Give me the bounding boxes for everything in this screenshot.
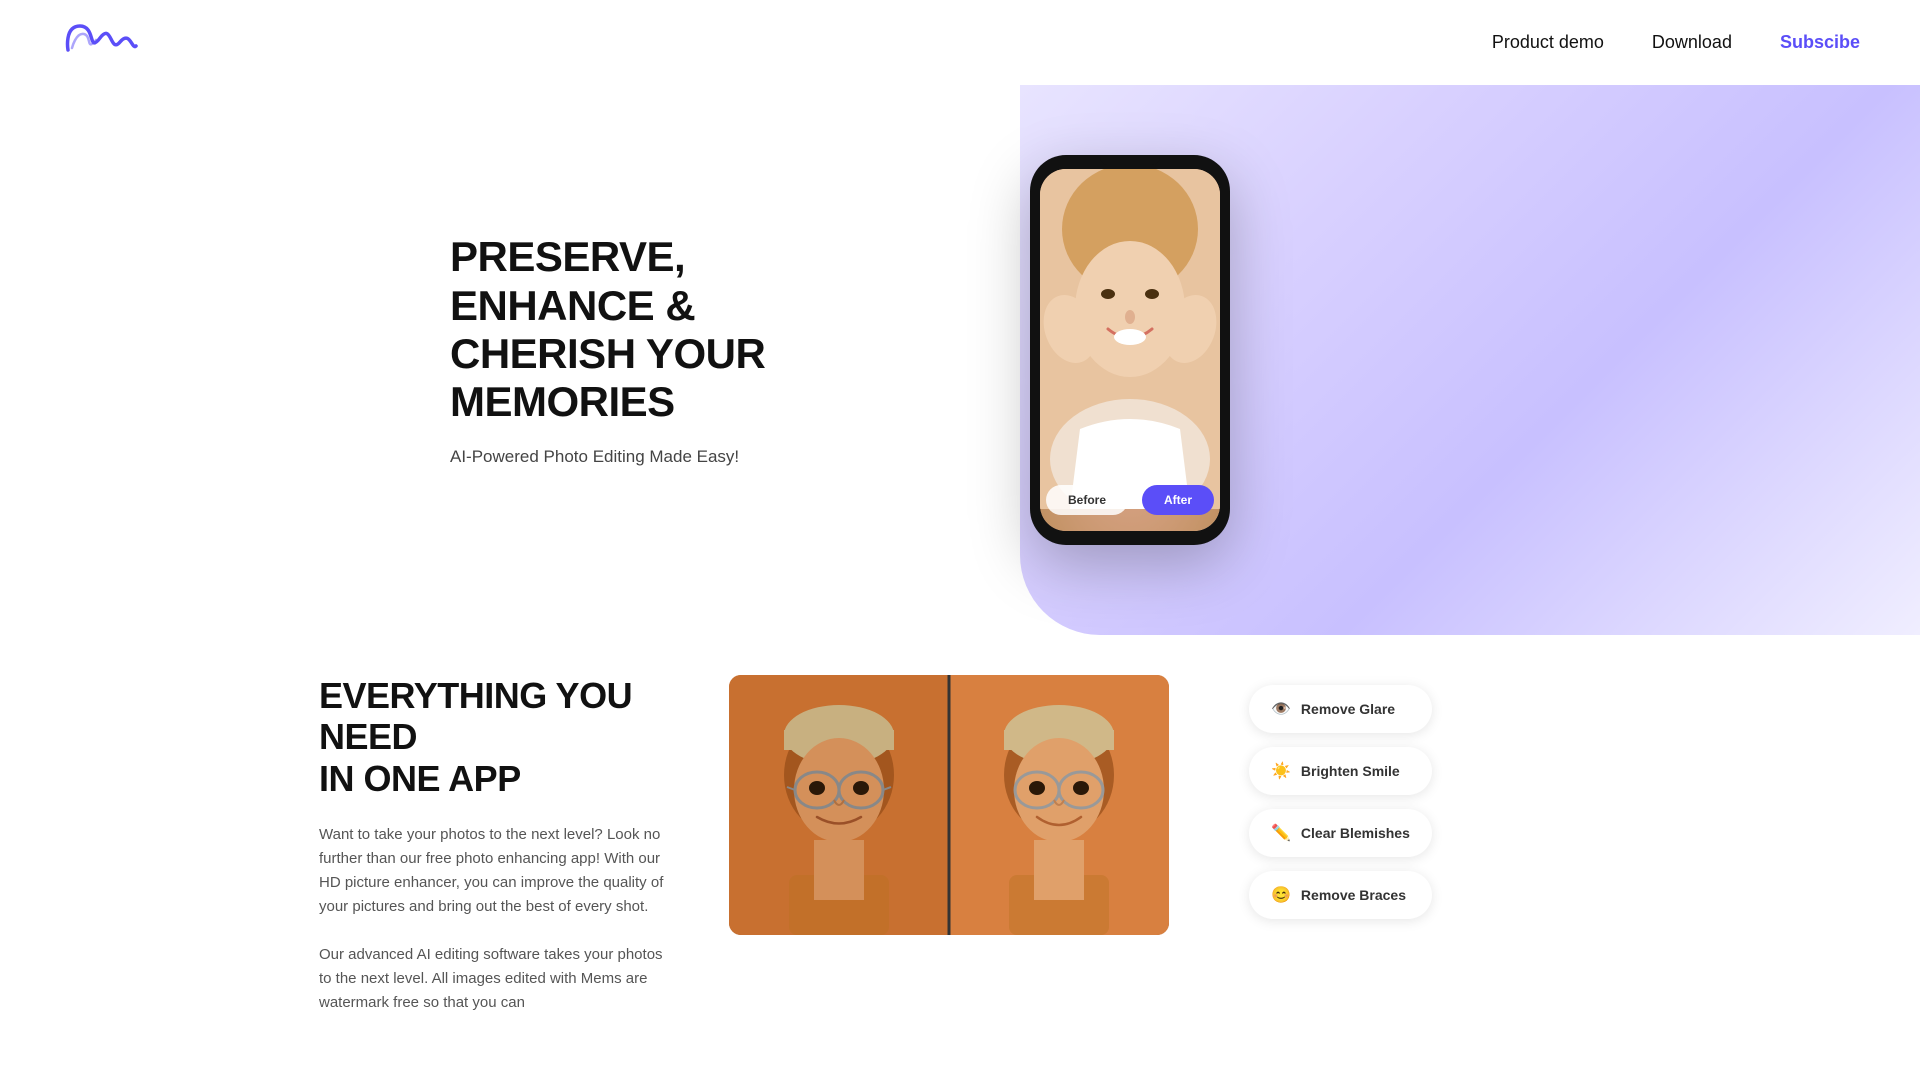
chip-brighten-smile[interactable]: ☀️ Brighten Smile bbox=[1249, 747, 1432, 795]
hero-section: PRESERVE, ENHANCE & CHERISH YOUR MEMORIE… bbox=[0, 85, 1920, 615]
after-button[interactable]: After bbox=[1142, 485, 1214, 515]
phone-notch bbox=[1100, 155, 1160, 165]
remove-braces-icon: 😊 bbox=[1271, 885, 1291, 905]
features-section: EVERYTHING YOU NEED IN ONE APP Want to t… bbox=[0, 615, 1920, 1075]
nav-download[interactable]: Download bbox=[1652, 32, 1732, 53]
features-paragraph-1: Want to take your photos to the next lev… bbox=[319, 823, 669, 919]
logo-icon bbox=[60, 18, 140, 62]
features-headline: EVERYTHING YOU NEED IN ONE APP bbox=[319, 675, 669, 799]
chip-remove-braces-label: Remove Braces bbox=[1301, 887, 1406, 903]
brighten-smile-icon: ☀️ bbox=[1271, 761, 1291, 781]
hero-headline: PRESERVE, ENHANCE & CHERISH YOUR MEMORIE… bbox=[450, 233, 870, 426]
features-text: EVERYTHING YOU NEED IN ONE APP Want to t… bbox=[319, 675, 669, 1015]
features-paragraph-2: Our advanced AI editing software takes y… bbox=[319, 943, 669, 1015]
phone-screen: Before After bbox=[1040, 169, 1220, 531]
nav-product-demo[interactable]: Product demo bbox=[1492, 32, 1604, 53]
before-button[interactable]: Before bbox=[1046, 485, 1128, 515]
remove-glare-icon: 👁️ bbox=[1271, 699, 1291, 719]
header: Product demo Download Subscibe bbox=[0, 0, 1920, 85]
feature-chips: 👁️ Remove Glare ☀️ Brighten Smile ✏️ Cle… bbox=[1249, 685, 1432, 919]
nav-subscribe[interactable]: Subscibe bbox=[1780, 32, 1860, 53]
logo bbox=[60, 18, 140, 67]
chip-remove-glare[interactable]: 👁️ Remove Glare bbox=[1249, 685, 1432, 733]
hero-subtitle: AI-Powered Photo Editing Made Easy! bbox=[450, 447, 870, 467]
hero-text-block: PRESERVE, ENHANCE & CHERISH YOUR MEMORIE… bbox=[450, 233, 870, 466]
phone-buttons: Before After bbox=[1040, 485, 1220, 515]
split-divider bbox=[948, 675, 951, 935]
main-nav: Product demo Download Subscibe bbox=[1492, 32, 1860, 53]
chip-remove-braces[interactable]: 😊 Remove Braces bbox=[1249, 871, 1432, 919]
phone-mockup: Before After bbox=[1030, 155, 1230, 545]
chip-clear-blemishes[interactable]: ✏️ Clear Blemishes bbox=[1249, 809, 1432, 857]
chip-brighten-smile-label: Brighten Smile bbox=[1301, 763, 1400, 779]
person-after bbox=[949, 675, 1169, 935]
chip-clear-blemishes-label: Clear Blemishes bbox=[1301, 825, 1410, 841]
split-image-before bbox=[729, 675, 949, 935]
clear-blemishes-icon: ✏️ bbox=[1271, 823, 1291, 843]
phone-photo bbox=[1040, 169, 1220, 531]
phone-frame: Before After bbox=[1030, 155, 1230, 545]
split-image-after bbox=[949, 675, 1169, 935]
person-before bbox=[729, 675, 949, 935]
chip-remove-glare-label: Remove Glare bbox=[1301, 701, 1395, 717]
split-image bbox=[729, 675, 1169, 935]
woman-illustration bbox=[1040, 169, 1220, 509]
